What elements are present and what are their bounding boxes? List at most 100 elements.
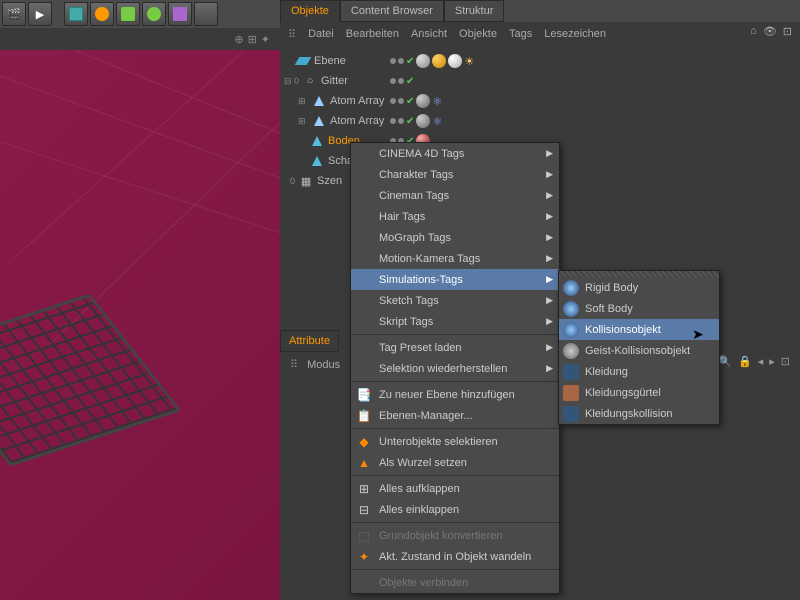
submenu-geist-kollision[interactable]: Geist-Kollisionsobjekt bbox=[559, 340, 719, 361]
menu-neue-ebene[interactable]: 📑Zu neuer Ebene hinzufügen bbox=[351, 384, 559, 405]
menu-charakter-tags[interactable]: Charakter Tags▶ bbox=[351, 164, 559, 185]
null-icon: ○ bbox=[303, 74, 317, 88]
panel-tabs: Objekte Content Browser Struktur bbox=[280, 0, 800, 22]
menu-cinema4d-tags[interactable]: CINEMA 4D Tags▶ bbox=[351, 143, 559, 164]
menu-edit[interactable]: Bearbeiten bbox=[346, 28, 399, 41]
dynamics-tag-icon[interactable]: ⚛ bbox=[432, 95, 442, 108]
menu-selektion-wiederherstellen[interactable]: Selektion wiederherstellen▶ bbox=[351, 358, 559, 379]
menu-unterobjekte[interactable]: ◆Unterobjekte selektieren bbox=[351, 431, 559, 452]
tab-structure[interactable]: Struktur bbox=[444, 0, 505, 22]
axis-icon[interactable]: ✦ bbox=[261, 33, 270, 46]
axis-icon[interactable]: ⊕ bbox=[234, 33, 243, 46]
menu-tag-preset-laden[interactable]: Tag Preset laden▶ bbox=[351, 337, 559, 358]
menu-cineman-tags[interactable]: Cineman Tags▶ bbox=[351, 185, 559, 206]
tool-cube-icon[interactable] bbox=[64, 2, 88, 26]
eye-icon[interactable]: 👁 bbox=[763, 25, 777, 38]
tool-deformer-icon[interactable] bbox=[116, 2, 140, 26]
tool-spiral-icon[interactable] bbox=[90, 2, 114, 26]
tree-label: Atom Array bbox=[330, 95, 384, 107]
menu-bookmarks[interactable]: Lesezeichen bbox=[544, 28, 606, 41]
menu-tags[interactable]: Tags bbox=[509, 28, 532, 41]
menu-einklappen[interactable]: ⊟Alles einklappen bbox=[351, 499, 559, 520]
tool-blank-icon[interactable] bbox=[194, 2, 218, 26]
material-tag-icon[interactable] bbox=[448, 54, 462, 68]
tab-attribute[interactable]: Attribute bbox=[280, 330, 339, 352]
state-icon: ✦ bbox=[356, 549, 372, 565]
dynamics-tag-icon[interactable]: ⚛ bbox=[432, 115, 442, 128]
menu-view[interactable]: Ansicht bbox=[411, 28, 447, 41]
lock-icon[interactable]: 🔒 bbox=[738, 355, 752, 368]
layer-manager-icon: 📋 bbox=[356, 408, 372, 424]
menu-handle-icon[interactable]: ⠿ bbox=[288, 28, 296, 41]
menu-mograph-tags[interactable]: MoGraph Tags▶ bbox=[351, 227, 559, 248]
expand-icon[interactable]: ⊡ bbox=[783, 25, 792, 38]
root-icon: ▲ bbox=[356, 455, 372, 471]
menu-hair-tags[interactable]: Hair Tags▶ bbox=[351, 206, 559, 227]
expand-all-icon: ⊞ bbox=[356, 481, 372, 497]
tree-label: Atom Array bbox=[330, 115, 384, 127]
tree-label: Ebene bbox=[314, 55, 346, 67]
tool-clip-icon[interactable]: ▶ bbox=[28, 2, 52, 26]
cone-icon bbox=[310, 134, 324, 148]
material-tag-icon[interactable] bbox=[416, 114, 430, 128]
menu-sketch-tags[interactable]: Sketch Tags▶ bbox=[351, 290, 559, 311]
layer-add-icon: 📑 bbox=[356, 387, 372, 403]
menu-file[interactable]: Datei bbox=[308, 28, 334, 41]
cone-icon bbox=[310, 154, 324, 168]
home-icon[interactable]: ⌂ bbox=[750, 25, 757, 38]
submenu-kleidungskollision[interactable]: Kleidungskollision bbox=[559, 403, 719, 424]
menu-objects[interactable]: Objekte bbox=[459, 28, 497, 41]
sun-tag-icon[interactable]: ☀ bbox=[464, 55, 474, 68]
menu-grundobjekt: ⬚Grundobjekt konvertieren bbox=[351, 525, 559, 546]
tool-director-icon[interactable]: 🎬 bbox=[2, 2, 26, 26]
menu-handle-icon[interactable]: ⠿ bbox=[290, 359, 298, 371]
menu-zustand-wandeln[interactable]: ✦Akt. Zustand in Objekt wandeln bbox=[351, 546, 559, 567]
perspective-viewport[interactable] bbox=[0, 50, 280, 600]
object-menubar: ⠿ Datei Bearbeiten Ansicht Objekte Tags … bbox=[280, 22, 800, 47]
search-icon[interactable]: 🔍 bbox=[718, 355, 732, 368]
grid-object bbox=[0, 293, 181, 466]
soft-body-icon bbox=[563, 301, 579, 317]
convert-icon: ⬚ bbox=[356, 528, 372, 544]
expand-icon[interactable]: ⊡ bbox=[781, 355, 790, 368]
submenu-soft-body[interactable]: Soft Body bbox=[559, 298, 719, 319]
plane-icon bbox=[296, 54, 310, 68]
simulations-tags-submenu: Rigid Body Soft Body Kollisionsobjekt Ge… bbox=[558, 270, 720, 425]
tree-item-gitter[interactable]: ⊟0 ○ Gitter ✔ bbox=[280, 71, 800, 91]
collapse-all-icon: ⊟ bbox=[356, 502, 372, 518]
rigid-body-icon bbox=[563, 280, 579, 296]
menu-wurzel[interactable]: ▲Als Wurzel setzen bbox=[351, 452, 559, 473]
menu-aufklappen[interactable]: ⊞Alles aufklappen bbox=[351, 478, 559, 499]
menu-skript-tags[interactable]: Skript Tags▶ bbox=[351, 311, 559, 332]
tab-objects[interactable]: Objekte bbox=[280, 0, 340, 22]
tree-item-ebene[interactable]: Ebene ✔ ☀ bbox=[280, 51, 800, 71]
cloth-collider-icon bbox=[563, 406, 579, 422]
menu-simulations-tags[interactable]: Simulations-Tags▶ bbox=[351, 269, 559, 290]
tree-item-atom2[interactable]: ⊞ Atom Array ✔ ⚛ bbox=[280, 111, 800, 131]
axis-icon[interactable]: ⊞ bbox=[248, 33, 257, 46]
submenu-kleidungsguertel[interactable]: Kleidungsgürtel bbox=[559, 382, 719, 403]
material-tag-icon[interactable] bbox=[416, 54, 430, 68]
material-tag-icon[interactable] bbox=[432, 54, 446, 68]
scene-icon: ▦ bbox=[299, 174, 313, 188]
tree-label: Szen bbox=[317, 175, 342, 187]
tool-cube3-icon[interactable] bbox=[168, 2, 192, 26]
nav-left-icon[interactable]: ◂ bbox=[758, 355, 764, 368]
ghost-collider-icon bbox=[563, 343, 579, 359]
collider-icon bbox=[563, 322, 579, 338]
tree-item-atom1[interactable]: ⊞ Atom Array ✔ ⚛ bbox=[280, 91, 800, 111]
menu-verbinden: Objekte verbinden bbox=[351, 572, 559, 593]
tab-content-browser[interactable]: Content Browser bbox=[340, 0, 444, 22]
mode-label[interactable]: Modus bbox=[307, 359, 340, 371]
tree-label: Gitter bbox=[321, 75, 348, 87]
select-children-icon: ◆ bbox=[356, 434, 372, 450]
menu-ebenen-manager[interactable]: 📋Ebenen-Manager... bbox=[351, 405, 559, 426]
menu-motion-kamera-tags[interactable]: Motion-Kamera Tags▶ bbox=[351, 248, 559, 269]
tags-context-menu: CINEMA 4D Tags▶ Charakter Tags▶ Cineman … bbox=[350, 142, 560, 594]
tool-gear-icon[interactable] bbox=[142, 2, 166, 26]
nav-right-icon[interactable]: ▸ bbox=[769, 355, 775, 368]
material-tag-icon[interactable] bbox=[416, 94, 430, 108]
submenu-kleidung[interactable]: Kleidung bbox=[559, 361, 719, 382]
submenu-kollisionsobjekt[interactable]: Kollisionsobjekt bbox=[559, 319, 719, 340]
submenu-rigid-body[interactable]: Rigid Body bbox=[559, 277, 719, 298]
